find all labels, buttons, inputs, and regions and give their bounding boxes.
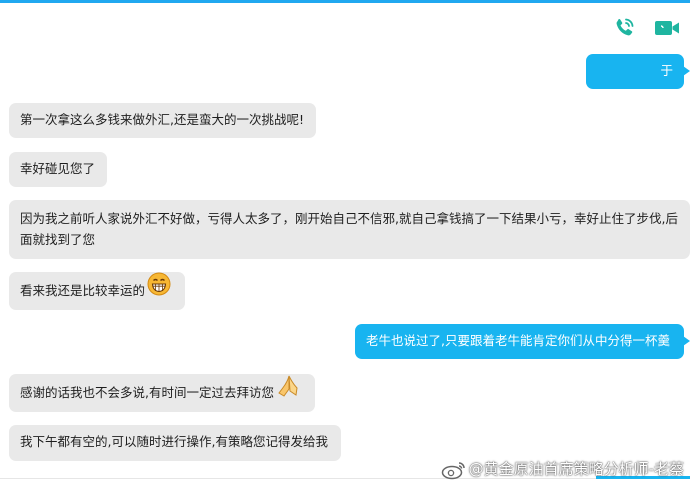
message-text: 于 (660, 63, 673, 78)
phone-icon[interactable] (612, 16, 636, 43)
message-bubble-received[interactable]: 幸好碰见您了 (9, 152, 107, 187)
watermark-text: @黄金原油首席策略分析师-老蔡 (468, 460, 684, 478)
message-text: 我下午都有空的,可以随时进行操作,有策略您记得发给我 (20, 434, 328, 449)
message-text: 第一次拿这么多钱来做外汇,还是蛮大的一次挑战呢! (20, 112, 304, 127)
message-bubble-received[interactable]: 看来我还是比较幸运的 (9, 272, 185, 310)
watermark: @黄金原油首席策略分析师-老蔡 (441, 458, 684, 480)
message-bubble-received[interactable]: 第一次拿这么多钱来做外汇,还是蛮大的一次挑战呢! (9, 103, 316, 138)
message-text: 因为我之前听人家说外汇不好做，亏得人太多了，刚开始自己不信邪,就自己拿钱搞了一下… (20, 211, 678, 247)
message-bubble-sent[interactable]: 于 (586, 54, 690, 89)
message-text: 老牛也说过了,只要跟着老牛能肯定你们从中分得一杯羹 (366, 333, 670, 348)
praying-hands-emoji-icon (276, 374, 300, 413)
bubble-tail (683, 336, 690, 346)
message-text: 幸好碰见您了 (20, 161, 96, 176)
message-bubble-received[interactable]: 因为我之前听人家说外汇不好做，亏得人太多了，刚开始自己不信邪,就自己拿钱搞了一下… (9, 200, 690, 259)
message-bubble-received[interactable]: 我下午都有空的,可以随时进行操作,有策略您记得发给我 (9, 425, 341, 461)
message-bubble-received[interactable]: 感谢的话我也不会多说,有时间一定过去拜访您 (9, 374, 315, 412)
message-bubble-sent[interactable]: 老牛也说过了,只要跟着老牛能肯定你们从中分得一杯羹 (355, 324, 690, 359)
bubble-tail (683, 66, 690, 76)
grinning-face-emoji-icon (147, 272, 171, 311)
video-camera-icon[interactable] (654, 18, 680, 41)
weibo-logo-icon (441, 461, 465, 479)
message-text: 看来我还是比较幸运的 (20, 283, 146, 298)
message-text: 感谢的话我也不会多说,有时间一定过去拜访您 (20, 385, 274, 400)
window-top-bar (0, 0, 690, 3)
